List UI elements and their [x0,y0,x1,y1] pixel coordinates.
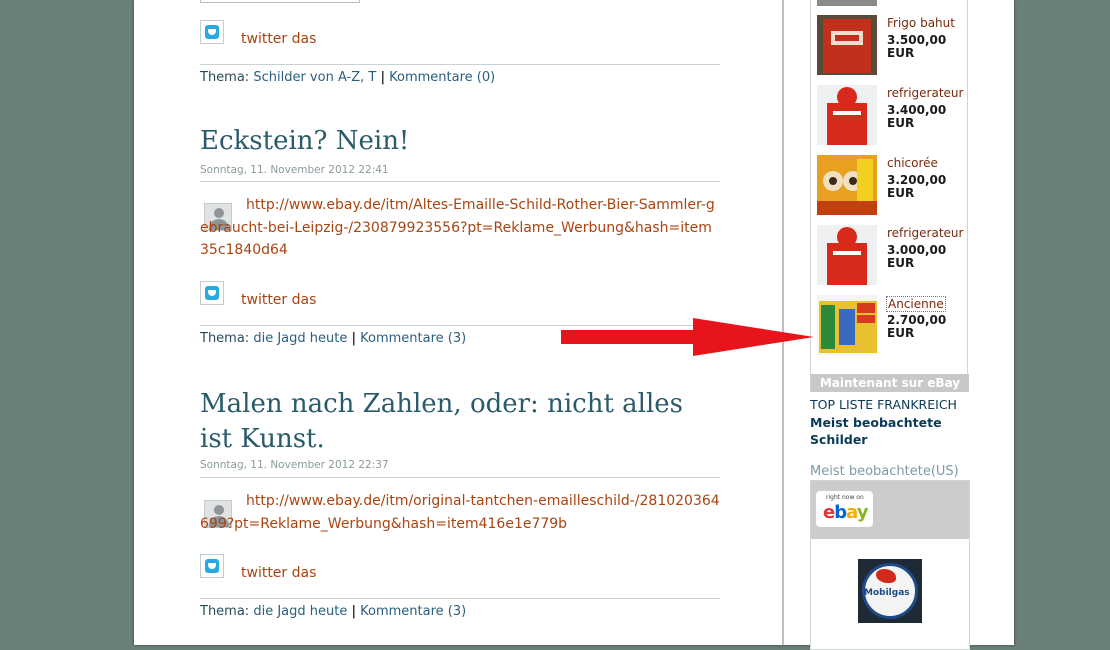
twitter-link[interactable]: twitter das [241,565,316,581]
meta-separator: | [351,331,357,346]
post-date: Sonntag, 11. November 2012 22:41 [200,164,389,176]
item-price: 2.700,00 EUR [887,313,947,340]
post-ebay-link[interactable]: http://www.ebay.de/itm/Altes-Emaille-Sch… [200,194,720,262]
meta-separator: | [351,604,357,619]
ebay-item[interactable]: refrigerateur 3.000,00 EUR [817,225,967,287]
post-ebay-link[interactable]: http://www.ebay.de/itm/original-tantchen… [200,490,720,535]
ebay-us-header: right now on ebay [811,481,969,539]
divider [200,598,720,599]
item-price: 3.200,00 EUR [887,173,947,200]
meta-prefix: Thema: [200,331,250,346]
meist-us-heading: Meist beobachtete(US) [810,464,959,479]
post-title[interactable]: Malen nach Zahlen, oder: nicht alles ist… [200,387,720,457]
ebay-item[interactable]: chicorée 3.200,00 EUR [817,155,967,217]
comments-link[interactable]: Kommentare (0) [389,70,495,85]
item-title[interactable]: Ancienne [886,296,946,312]
shell-benzin-sign-thumbnail[interactable] [817,295,877,355]
ebay-item[interactable]: Frigo bahut 3.500,00 EUR [817,15,967,77]
ebay-us-widget: right now on ebay Mobilgas [810,480,970,650]
ebay-item[interactable]: refrigerateur 3.400,00 EUR [817,85,967,147]
ebay-wordmark: ebay [823,502,868,523]
post-meta: Thema: Schilder von A-Z, T | Kommentare (0… [200,70,495,85]
chicory-sign-thumbnail[interactable] [817,155,877,215]
item-partial-top [817,0,877,6]
red-fridge-thumbnail[interactable] [817,85,877,145]
mobilgas-sign-thumbnail[interactable]: Mobilgas [858,559,922,623]
coca-cola-fridge-thumbnail[interactable] [817,15,877,75]
meta-separator: | [380,70,386,85]
post-title[interactable]: Eckstein? Nein! [200,124,409,159]
topic-link[interactable]: die Jagd heute [253,331,347,346]
ebay-logo-icon[interactable]: right now on ebay [816,491,873,527]
post-date: Sonntag, 11. November 2012 22:37 [200,459,389,471]
maintenant-ebay-link[interactable]: Maintenant sur eBay [811,374,969,392]
item-price: 3.000,00 EUR [887,243,947,270]
divider [200,64,720,65]
ebay-widget: Frigo bahut 3.500,00 EUR refrigerateur 3… [810,0,969,392]
topic-link[interactable]: die Jagd heute [253,604,347,619]
twitter-icon[interactable] [200,20,224,44]
comments-link[interactable]: Kommentare (3) [360,604,466,619]
topic-link[interactable]: Schilder von A-Z, T [253,70,376,85]
post-meta: Thema: die Jagd heute | Kommentare (3) [200,604,466,619]
ebay-item[interactable]: Ancienne 2.700,00 EUR [817,295,967,357]
divider [200,477,720,478]
item-title[interactable]: Frigo bahut [887,16,955,30]
divider [200,181,720,182]
twitter-icon[interactable] [200,554,224,578]
meta-prefix: Thema: [200,70,250,85]
mobilgas-label: Mobilgas [864,588,910,598]
top-liste-heading: TOP LISTE FRANKREICH [810,397,957,412]
twitter-link[interactable]: twitter das [241,292,316,308]
meist-beobachtete-link[interactable]: Meist beobachtete Schilder [810,414,970,448]
image-frame-partial [200,0,360,3]
post-meta: Thema: die Jagd heute | Kommentare (3) [200,331,466,346]
item-title[interactable]: refrigerateur [887,86,963,100]
item-title[interactable]: refrigerateur [887,226,963,240]
item-price: 3.400,00 EUR [887,103,947,130]
twitter-icon[interactable] [200,281,224,305]
ebay-right-now-text: right now on [826,494,864,501]
comments-link[interactable]: Kommentare (3) [360,331,466,346]
meta-prefix: Thema: [200,604,250,619]
item-price: 3.500,00 EUR [887,33,947,60]
red-arrow-icon [561,318,814,356]
item-title[interactable]: chicorée [887,156,938,170]
red-fridge-thumbnail[interactable] [817,225,877,285]
twitter-link[interactable]: twitter das [241,31,316,47]
